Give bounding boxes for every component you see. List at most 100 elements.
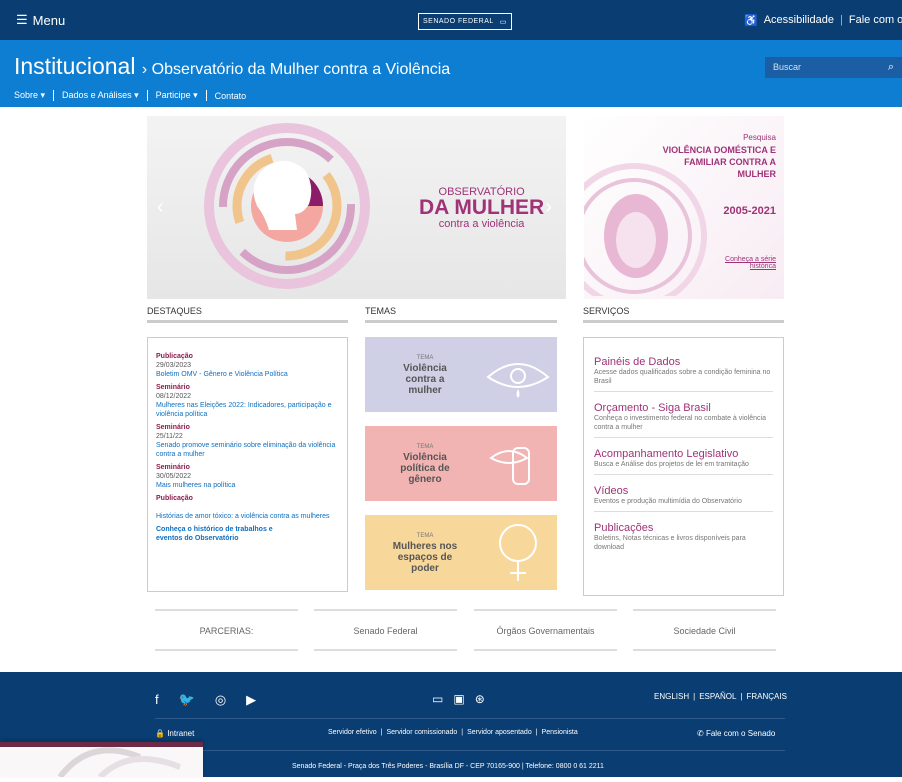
temas-heading: TEMAS xyxy=(365,306,557,323)
menu-button[interactable]: ☰ Menu xyxy=(16,12,65,28)
phone-icon: ✆ xyxy=(697,729,704,738)
parcerias-label: PARCERIAS: xyxy=(155,609,298,651)
service-title[interactable]: Orçamento - Siga Brasil xyxy=(594,402,773,414)
service-title[interactable]: Acompanhamento Legislativo xyxy=(594,448,773,460)
service-title[interactable]: Painéis de Dados xyxy=(594,356,773,368)
lang-espanol[interactable]: ESPAÑOL xyxy=(699,692,736,701)
service-item[interactable]: Orçamento - Siga Brasil Conheça o investi… xyxy=(594,402,773,438)
service-desc: Eventos e produção multimídia do Observa… xyxy=(594,497,773,512)
lang-english[interactable]: ENGLISH xyxy=(654,692,689,701)
item-category: Publicação xyxy=(156,353,193,360)
item-date: 25/11/22 xyxy=(156,433,183,440)
parceria-orgaos[interactable]: Órgãos Governamentais xyxy=(474,609,617,651)
service-item[interactable]: Publicações Boletins, Notas técnicas e li… xyxy=(594,522,773,557)
radio-icon[interactable]: ▣ xyxy=(453,692,464,706)
item-date: 29/03/2023 xyxy=(156,362,192,369)
crying-eye-icon xyxy=(486,363,550,398)
accessibility-link[interactable]: Acessibilidade xyxy=(764,14,834,27)
search-input[interactable]: Buscar ⌕ xyxy=(765,57,902,78)
service-desc: Acesse dados qualificados sobre a condiç… xyxy=(594,368,773,392)
agency-icon[interactable]: ⊛ xyxy=(475,692,485,706)
tema-name: Violência política de gênero xyxy=(400,452,450,485)
carousel-prev-icon[interactable]: ‹ xyxy=(157,196,164,219)
destaques-panel: Publicação 29/03/2023 Boletim OMV - Gênero… xyxy=(147,337,348,592)
service-item[interactable]: Vídeos Eventos e produção multimídia do O… xyxy=(594,485,773,512)
senado-tag-text: SENADO FEDERAL xyxy=(423,18,494,25)
fale-senado-link[interactable]: ✆ Fale com o Senado xyxy=(697,729,775,738)
item-date: 08/12/2022 xyxy=(156,393,192,400)
top-bar: ☰ Menu SENADO FEDERAL ▭ ♿ Acessibilidade | Fa… xyxy=(0,0,902,40)
promo-link[interactable]: Conheça a série histórica xyxy=(721,256,776,270)
nav-sobre[interactable]: Sobre ▾ xyxy=(14,90,45,101)
arc-decoration xyxy=(57,747,182,780)
hamburger-icon: ☰ xyxy=(16,12,28,27)
intranet-link[interactable]: 🔒 Intranet xyxy=(155,729,194,738)
page-subtitle: Observatório da Mulher contra a Violênci… xyxy=(151,61,451,78)
service-desc: Busca e Análise dos projetos de lei em t… xyxy=(594,460,773,475)
floating-thumbnail[interactable] xyxy=(0,742,203,780)
intranet-label: Intranet xyxy=(167,729,195,738)
fale-label: Fale com o Senado xyxy=(705,729,776,738)
servidor-efetivo-link[interactable]: Servidor efetivo xyxy=(328,729,377,736)
nav-contato[interactable]: Contato xyxy=(215,91,247,101)
twitter-icon[interactable]: 🐦 xyxy=(179,692,195,708)
list-item[interactable]: Publicação 29/03/2023 Boletim OMV - Gênero… xyxy=(156,352,339,379)
nav-participe[interactable]: Participe ▾ xyxy=(156,90,198,101)
item-category: Seminário xyxy=(156,424,190,431)
hero-line2: DA MULHER xyxy=(419,196,545,219)
item-link[interactable]: Senado promove seminário sobre eliminaçã… xyxy=(156,441,339,459)
research-promo[interactable]: Pesquisa VIOLÊNCIA DOMÉSTICA E FAMILIAR C… xyxy=(584,116,784,299)
parceria-sociedade[interactable]: Sociedade Civil xyxy=(633,609,776,651)
item-link[interactable]: Mulheres nas Eleições 2022: Indicadores,… xyxy=(156,401,339,419)
footer-address: Senado Federal - Praça dos Três Poderes … xyxy=(292,763,604,770)
tv-icon[interactable]: ▭ xyxy=(432,692,443,706)
tema-card-espacos-poder[interactable]: TEMA Mulheres nos espaços de poder xyxy=(365,515,557,590)
item-link[interactable]: Histórias de amor tóxico: a violência co… xyxy=(156,512,339,521)
tema-name: Mulheres nos espaços de poder xyxy=(392,541,458,574)
item-category: Seminário xyxy=(156,464,190,471)
senado-logo[interactable]: SENADO FEDERAL ▭ xyxy=(418,13,512,30)
list-item[interactable]: Publicação Histórias de amor tóxico: a vi… xyxy=(156,494,339,521)
parceria-senado[interactable]: Senado Federal xyxy=(314,609,457,651)
hero-carousel[interactable]: ‹ › OBSERVATÓRIO DA MULHER contra a violên… xyxy=(147,116,566,299)
menu-label: Menu xyxy=(32,12,66,28)
carousel-next-icon[interactable]: › xyxy=(545,196,552,219)
lang-francais[interactable]: FRANÇAIS xyxy=(746,692,786,701)
search-icon[interactable]: ⌕ xyxy=(888,61,894,74)
section-title[interactable]: Institucional xyxy=(14,53,135,79)
pensionista-link[interactable]: Pensionista xyxy=(542,729,578,736)
youtube-icon[interactable]: ▶ xyxy=(246,692,256,708)
servidor-comissionado-link[interactable]: Servidor comissionado xyxy=(386,729,457,736)
destaques-heading: DESTAQUES xyxy=(147,306,348,323)
servidor-aposentado-link[interactable]: Servidor aposentado xyxy=(467,729,532,736)
item-link[interactable]: Boletim OMV - Gênero e Violência Polític… xyxy=(156,370,339,379)
item-link[interactable]: Mais mulheres na política xyxy=(156,481,339,490)
hero-line3: contra a violência xyxy=(438,218,525,230)
promo-title: VIOLÊNCIA DOMÉSTICA E FAMILIAR CONTRA A … xyxy=(662,145,776,179)
facebook-icon[interactable]: f xyxy=(155,692,159,708)
tema-name: Violência contra a mulher xyxy=(403,363,447,396)
list-item[interactable]: Seminário 25/11/22 Senado promove seminári… xyxy=(156,423,339,459)
tema-card-violencia-politica[interactable]: TEMA Violência política de gênero xyxy=(365,426,557,501)
contact-link[interactable]: Fale com o Senado xyxy=(849,14,902,27)
instagram-icon[interactable]: ◎ xyxy=(215,692,226,708)
list-item[interactable]: Seminário 08/12/2022 Mulheres nas Eleições… xyxy=(156,383,339,419)
promo-years: 2005-2021 xyxy=(723,205,776,217)
servicos-heading: SERVIÇOS xyxy=(583,306,784,323)
service-item[interactable]: Painéis de Dados Acesse dados qualificado… xyxy=(594,356,773,392)
woman-profile-illustration xyxy=(204,123,370,289)
service-item[interactable]: Acompanhamento Legislativo Busca e Anális… xyxy=(594,448,773,475)
item-date: 30/05/2022 xyxy=(156,473,192,480)
header-band: Institucional › Observatório da Mulher c… xyxy=(0,40,902,107)
monitor-icon: ▭ xyxy=(499,18,507,26)
page-title: Institucional › Observatório da Mulher c… xyxy=(14,53,451,79)
service-title[interactable]: Vídeos xyxy=(594,485,773,497)
tema-card-violencia-mulher[interactable]: TEMA Violência contra a mulher xyxy=(365,337,557,412)
history-link[interactable]: Conheça o histórico de trabalhos e event… xyxy=(156,525,296,543)
accessibility-icon[interactable]: ♿ xyxy=(744,14,758,27)
sub-navigation: Sobre ▾ Dados e Análises ▾ Participe ▾ C… xyxy=(14,90,246,101)
list-item[interactable]: Seminário 30/05/2022 Mais mulheres na polí… xyxy=(156,463,339,490)
service-title[interactable]: Publicações xyxy=(594,522,773,534)
hero-text: OBSERVATÓRIO DA MULHER contra a violência xyxy=(419,186,544,230)
nav-dados[interactable]: Dados e Análises ▾ xyxy=(62,90,139,101)
